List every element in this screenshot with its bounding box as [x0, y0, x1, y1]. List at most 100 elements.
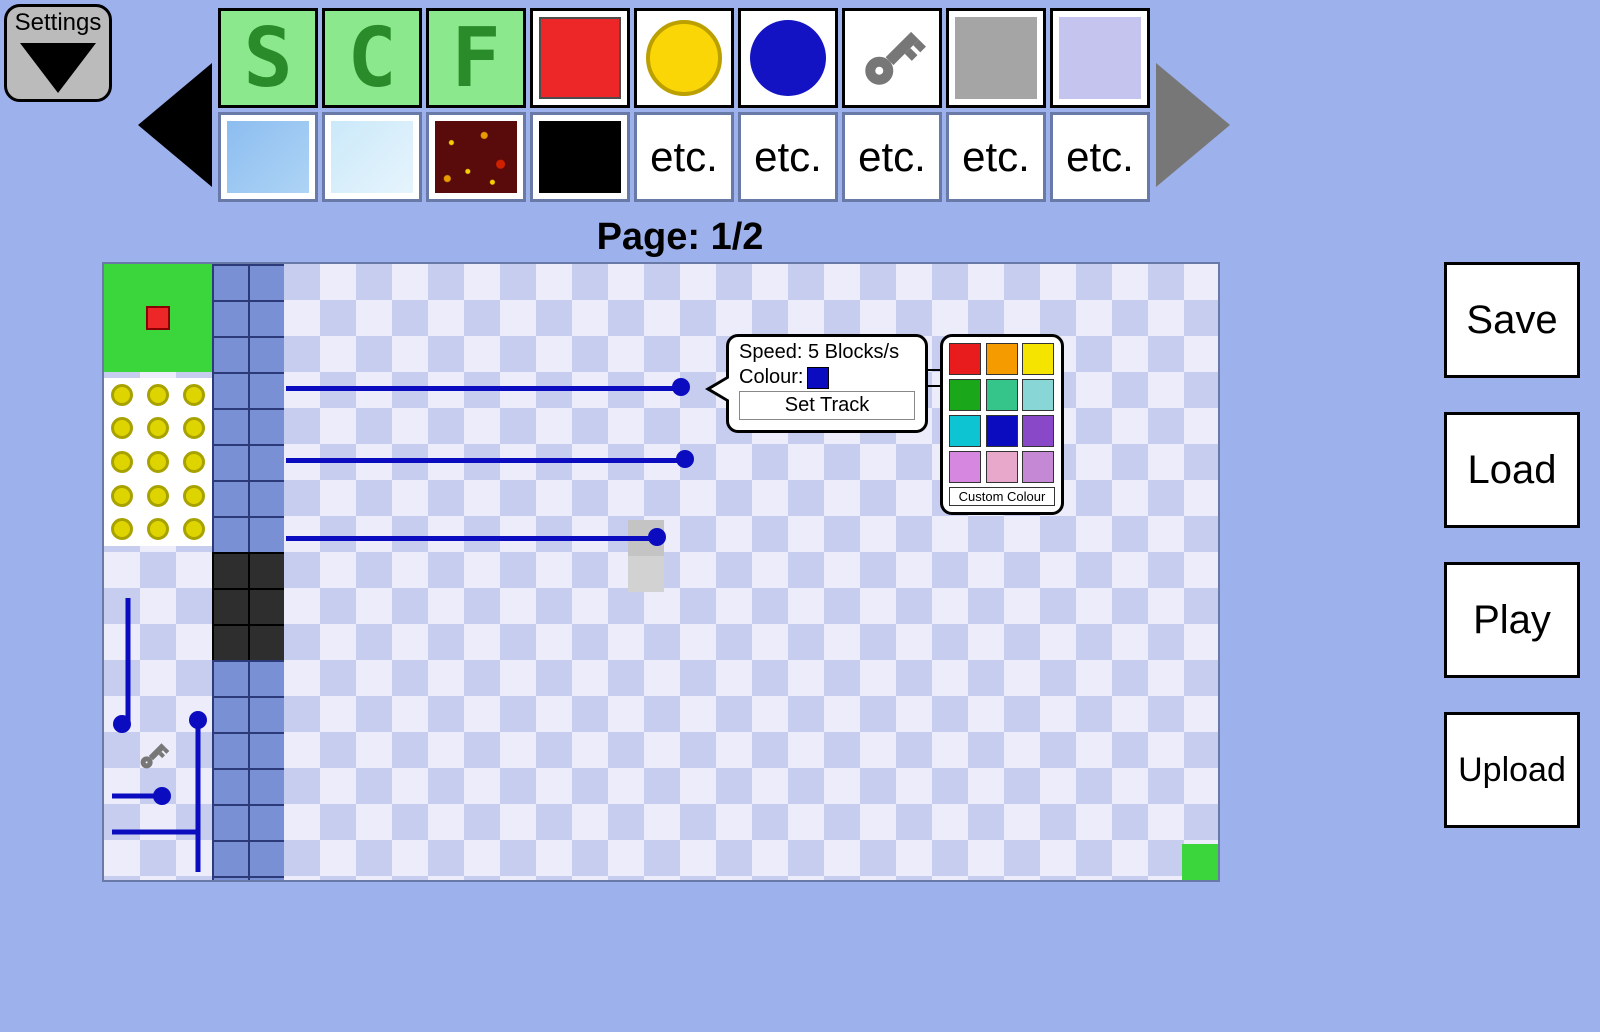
- tile-etc-1[interactable]: etc.: [634, 112, 734, 202]
- colour-swatch[interactable]: [986, 415, 1018, 447]
- track-2-node[interactable]: [676, 450, 694, 468]
- tile-finish-letter: F: [451, 11, 500, 106]
- coin-icon: [147, 384, 169, 406]
- play-button[interactable]: Play: [1444, 562, 1580, 678]
- placed-coin-grid[interactable]: [104, 378, 212, 546]
- red-square-icon: [539, 17, 621, 99]
- tile-etc-4[interactable]: etc.: [946, 112, 1046, 202]
- placed-key[interactable]: [138, 750, 168, 762]
- colour-swatch[interactable]: [1022, 415, 1054, 447]
- dropdown-triangle-icon: [20, 43, 96, 93]
- tooltip-speed-label: Speed: 5 Blocks/s: [739, 341, 899, 364]
- coin-icon: [183, 451, 205, 473]
- tile-etc-5[interactable]: etc.: [1050, 112, 1150, 202]
- coin-icon: [111, 451, 133, 473]
- palette: S C F etc. etc. etc. etc. etc.: [138, 8, 1230, 202]
- tile-etc-2[interactable]: etc.: [738, 112, 838, 202]
- track-tooltip: Speed: 5 Blocks/s Colour: Set Track: [726, 334, 928, 433]
- load-button[interactable]: Load: [1444, 412, 1580, 528]
- tile-checkpoint-letter: C: [347, 11, 396, 106]
- tooltip-speed-row: Speed: 5 Blocks/s: [739, 341, 915, 364]
- colour-swatch[interactable]: [1022, 451, 1054, 483]
- tile-etc-3[interactable]: etc.: [842, 112, 942, 202]
- tooltip-colour-swatch[interactable]: [807, 367, 829, 389]
- upload-button[interactable]: Upload: [1444, 712, 1580, 828]
- page-indicator: Page: 1/2: [0, 216, 1360, 259]
- tile-blue-node[interactable]: [738, 8, 838, 108]
- coin-icon: [111, 384, 133, 406]
- track-3[interactable]: [286, 536, 650, 541]
- etc-label: etc.: [1066, 133, 1134, 181]
- palette-grid: S C F etc. etc. etc. etc. etc.: [218, 8, 1150, 202]
- colour-swatch[interactable]: [1022, 343, 1054, 375]
- tooltip-colour-row: Colour:: [739, 366, 915, 389]
- colour-swatch[interactable]: [949, 343, 981, 375]
- placed-end-block[interactable]: [1182, 844, 1218, 880]
- coin-icon: [183, 384, 205, 406]
- blue-circle-icon: [750, 20, 826, 96]
- palette-next-arrow[interactable]: [1156, 63, 1230, 187]
- tile-key[interactable]: [842, 8, 942, 108]
- track-1[interactable]: [286, 386, 674, 391]
- colour-swatch[interactable]: [986, 343, 1018, 375]
- tile-yellow-coin[interactable]: [634, 8, 734, 108]
- colour-swatch[interactable]: [949, 451, 981, 483]
- save-button[interactable]: Save: [1444, 262, 1580, 378]
- settings-label: Settings: [15, 9, 102, 37]
- tile-start-letter: S: [243, 11, 292, 106]
- coin-icon: [183, 485, 205, 507]
- tooltip-colour-label: Colour:: [739, 366, 803, 389]
- tile-black[interactable]: [530, 112, 630, 202]
- etc-label: etc.: [858, 133, 926, 181]
- tile-finish[interactable]: F: [426, 8, 526, 108]
- ice1-icon: [227, 121, 309, 193]
- side-button-group: Save Load Play Upload: [1444, 262, 1580, 828]
- colour-swatch[interactable]: [949, 379, 981, 411]
- coin-icon: [147, 417, 169, 439]
- custom-colour-button[interactable]: Custom Colour: [949, 487, 1055, 506]
- coin-icon: [111, 485, 133, 507]
- placed-start-block[interactable]: [104, 264, 212, 372]
- key-icon: [859, 25, 924, 90]
- coin-icon: [147, 451, 169, 473]
- settings-button[interactable]: Settings: [4, 4, 112, 102]
- coin-icon: [111, 417, 133, 439]
- etc-label: etc.: [962, 133, 1030, 181]
- palette-row-2: etc. etc. etc. etc. etc.: [218, 112, 1150, 202]
- player-icon: [146, 306, 170, 330]
- colour-swatch[interactable]: [1022, 379, 1054, 411]
- colour-picker: Custom Colour: [940, 334, 1064, 515]
- lavender-square-icon: [1059, 17, 1141, 99]
- colour-swatch[interactable]: [986, 379, 1018, 411]
- tile-ice-2[interactable]: [322, 112, 422, 202]
- tile-start[interactable]: S: [218, 8, 318, 108]
- gray-square-icon: [955, 17, 1037, 99]
- tile-gray-square[interactable]: [946, 8, 1046, 108]
- yellow-circle-icon: [646, 20, 722, 96]
- tile-ice-1[interactable]: [218, 112, 318, 202]
- etc-label: etc.: [754, 133, 822, 181]
- track-1-node[interactable]: [672, 378, 690, 396]
- set-track-button[interactable]: Set Track: [739, 391, 915, 420]
- tile-checkpoint[interactable]: C: [322, 8, 422, 108]
- palette-prev-arrow[interactable]: [138, 63, 212, 187]
- coin-icon: [111, 518, 133, 540]
- tile-lava[interactable]: [426, 112, 526, 202]
- coin-icon: [147, 518, 169, 540]
- palette-row-1: S C F: [218, 8, 1150, 108]
- colour-swatch[interactable]: [949, 415, 981, 447]
- coin-icon: [183, 417, 205, 439]
- tile-red-square[interactable]: [530, 8, 630, 108]
- lava-icon: [435, 121, 517, 193]
- placed-gray-tile-2[interactable]: [628, 556, 664, 592]
- placed-path-network[interactable]: [104, 594, 224, 879]
- etc-label: etc.: [650, 133, 718, 181]
- ice2-icon: [331, 121, 413, 193]
- tile-lavender-square[interactable]: [1050, 8, 1150, 108]
- black-icon: [539, 121, 621, 193]
- colour-swatch[interactable]: [986, 451, 1018, 483]
- coin-icon: [183, 518, 205, 540]
- track-3-node[interactable]: [648, 528, 666, 546]
- track-2[interactable]: [286, 458, 678, 463]
- coin-icon: [147, 485, 169, 507]
